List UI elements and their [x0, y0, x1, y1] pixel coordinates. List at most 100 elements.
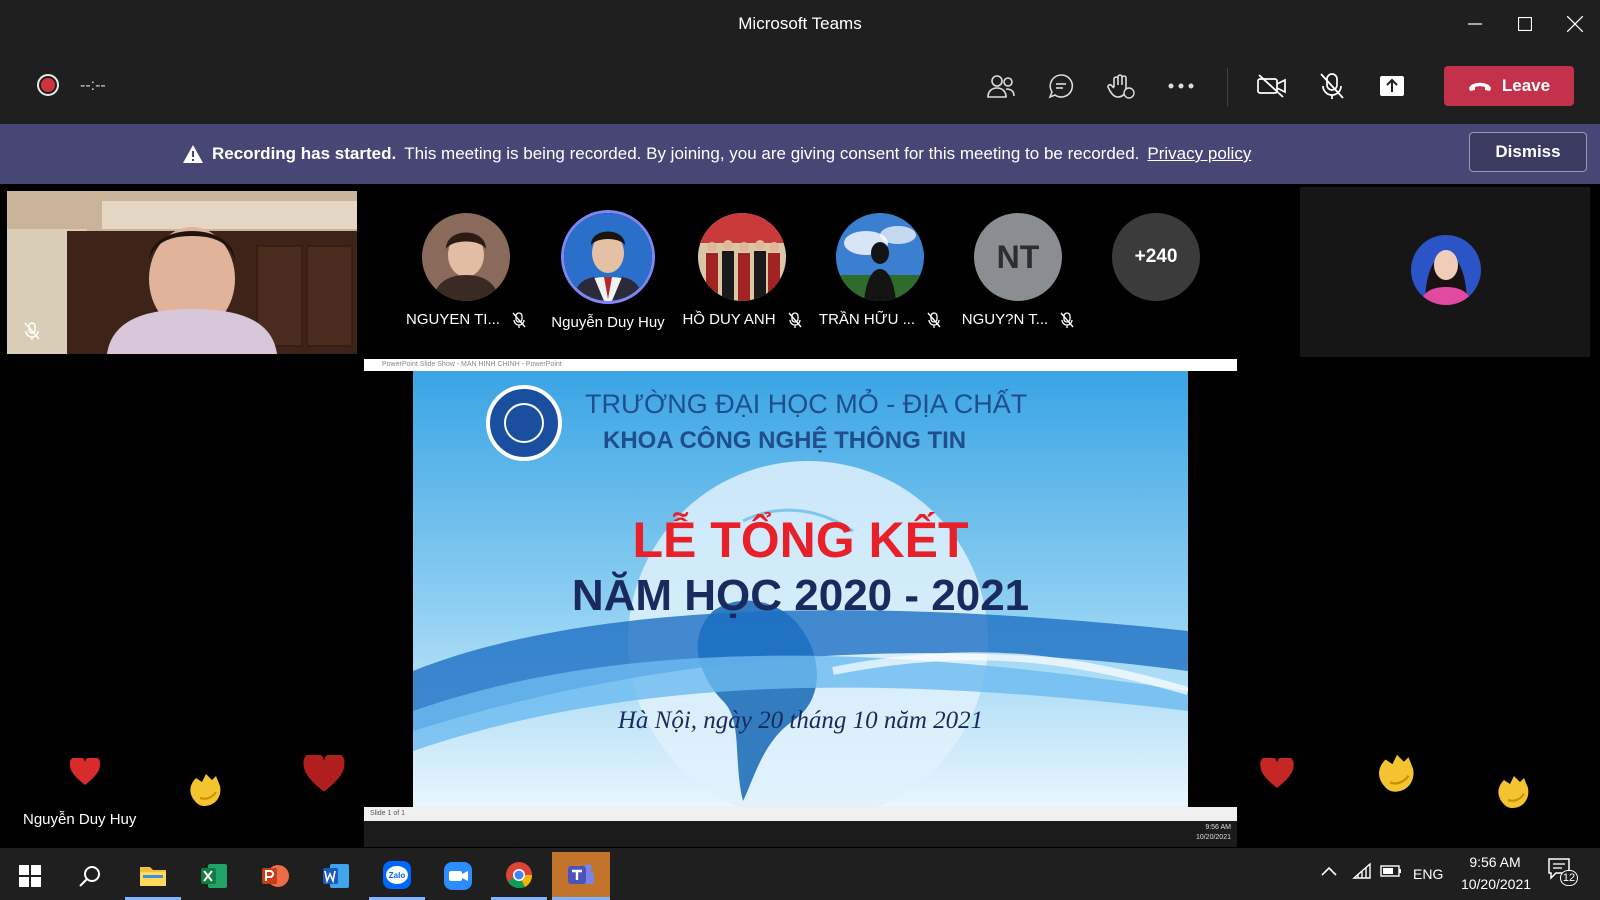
search-button[interactable] [62, 852, 118, 900]
language-indicator[interactable]: ENG [1413, 866, 1443, 882]
self-view-panel [1300, 187, 1590, 357]
share-screen-button[interactable] [1372, 66, 1412, 106]
hang-up-icon [1468, 82, 1491, 91]
presenter-video [7, 191, 357, 354]
zoom-button[interactable] [430, 852, 486, 900]
raise-hand-icon [1107, 74, 1135, 99]
microphone-button[interactable] [1312, 66, 1352, 106]
close-button[interactable] [1560, 10, 1590, 38]
participant-name-row: NGUYEN TI... [401, 311, 531, 328]
chat-button[interactable] [1041, 66, 1081, 106]
share-screen-icon [1380, 76, 1404, 96]
taskbar-time[interactable]: 9:56 AM [1465, 854, 1525, 870]
people-icon [987, 75, 1015, 98]
battery-icon[interactable] [1380, 864, 1402, 878]
camera-button[interactable] [1252, 66, 1292, 106]
avatar: NT [974, 213, 1062, 301]
participant-name-row: Nguyễn Duy Huy [543, 314, 673, 331]
teams-icon [568, 863, 594, 884]
wifi-icon[interactable] [1352, 862, 1372, 880]
title-bar: Microsoft Teams [0, 0, 1600, 48]
recording-icon [37, 74, 59, 96]
participant-card[interactable]: NT NGUY?N T... [953, 213, 1083, 328]
participant-name: NGUYEN TI... [406, 311, 500, 328]
heart-icon [303, 755, 345, 792]
slide-year-title: NĂM HỌC 2020 - 2021 [571, 571, 1030, 620]
participant-name: HỒ DUY ANH [682, 311, 776, 328]
teams-button[interactable] [552, 852, 610, 900]
heart-icon [1260, 758, 1294, 788]
svg-text:Zalo: Zalo [389, 871, 406, 880]
zoom-icon [444, 862, 472, 890]
banner-text: This meeting is being recorded. By joini… [404, 144, 1140, 163]
more-actions-button[interactable] [1161, 66, 1201, 106]
microphone-off-icon [1320, 73, 1344, 99]
shared-time: 9:56 AM [1205, 824, 1231, 831]
shared-date: 10/20/2021 [1195, 834, 1231, 841]
privacy-policy-link[interactable]: Privacy policy [1147, 144, 1251, 164]
participant-card[interactable]: NGUYEN TI... [401, 213, 531, 328]
participant-name-row: TRẦN HỮU ... [815, 311, 945, 328]
heart-icon [70, 758, 100, 785]
dismiss-button[interactable]: Dismiss [1469, 132, 1587, 172]
toolbar-divider [1227, 68, 1228, 106]
recording-banner: Recording has started. This meeting is b… [0, 124, 1600, 184]
powerpoint-button[interactable] [247, 852, 303, 900]
chrome-button[interactable] [491, 852, 547, 900]
avatar [422, 213, 510, 301]
maximize-button[interactable] [1510, 10, 1540, 38]
close-icon [1567, 16, 1583, 32]
avatar [698, 213, 786, 301]
notification-count: 12 [1560, 870, 1578, 886]
presentation-slide: TRƯỜNG ĐẠI HỌC MỎ - ĐỊA CHẤT KHOA CÔNG N… [413, 371, 1188, 807]
more-icon [1168, 83, 1194, 89]
word-button[interactable] [308, 852, 364, 900]
action-center-button[interactable]: 12 [1548, 858, 1578, 886]
participant-card[interactable]: TRẦN HỮU ... [815, 213, 945, 328]
clapping-hands-icon [1498, 776, 1529, 808]
zalo-button[interactable]: Zalo [369, 852, 425, 900]
leave-button[interactable]: Leave [1444, 66, 1574, 106]
muted-microphone-icon [24, 322, 40, 340]
file-explorer-button[interactable] [125, 852, 181, 900]
excel-button[interactable] [186, 852, 242, 900]
overflow-count: +240 [1134, 246, 1178, 267]
meeting-toolbar: --:-- Leave [0, 48, 1600, 124]
shared-window-title: PowerPoint Slide Show - MAN HINH CHINH -… [364, 359, 1237, 371]
more-participants-card[interactable]: +240 [1091, 213, 1221, 301]
participant-name: TRẦN HỮU ... [818, 311, 916, 328]
search-icon [79, 866, 100, 887]
banner-message: Recording has started. This meeting is b… [182, 144, 1251, 164]
taskbar-date[interactable]: 10/20/2021 [1456, 876, 1536, 892]
avatar [561, 210, 655, 304]
reactions-button[interactable] [1101, 66, 1141, 106]
presenter-video-tile[interactable] [7, 191, 357, 354]
participant-card-speaking[interactable]: Nguyễn Duy Huy [543, 210, 673, 331]
show-hidden-icons-icon[interactable] [1321, 866, 1337, 876]
slide-event-title: LỄ TỔNG KẾT [632, 512, 969, 568]
slide-faculty-title: KHOA CÔNG NGHỆ THÔNG TIN [603, 427, 967, 454]
clapping-hands-icon [190, 774, 221, 806]
maximize-icon [1518, 17, 1532, 31]
participant-strip: NGUYEN TI... Nguyễn Duy Huy HỒ DUY ANH T… [357, 187, 1300, 357]
excel-icon [201, 864, 227, 888]
minimize-icon [1468, 23, 1482, 25]
university-logo [486, 385, 562, 461]
muted-microphone-icon [1060, 311, 1074, 328]
participant-name: NGUY?N T... [961, 311, 1049, 328]
start-button[interactable] [2, 852, 58, 900]
clapping-hands-icon [1379, 754, 1414, 792]
minimize-button[interactable] [1460, 10, 1490, 38]
shared-screen: PowerPoint Slide Show - MAN HINH CHINH -… [364, 359, 1237, 847]
active-speaker-label: Nguyễn Duy Huy [23, 811, 137, 828]
avatar [836, 213, 924, 301]
participant-name-row: NGUY?N T... [953, 311, 1083, 328]
participants-button[interactable] [981, 66, 1021, 106]
slide-status-bar: Slide 1 of 1 [364, 807, 1237, 821]
avatar-initials: NT [996, 238, 1040, 275]
word-icon [323, 864, 349, 888]
participant-card[interactable]: HỒ DUY ANH [677, 213, 807, 328]
window-title: Microsoft Teams [738, 14, 862, 33]
muted-microphone-icon [927, 311, 941, 328]
muted-microphone-icon [787, 311, 802, 328]
